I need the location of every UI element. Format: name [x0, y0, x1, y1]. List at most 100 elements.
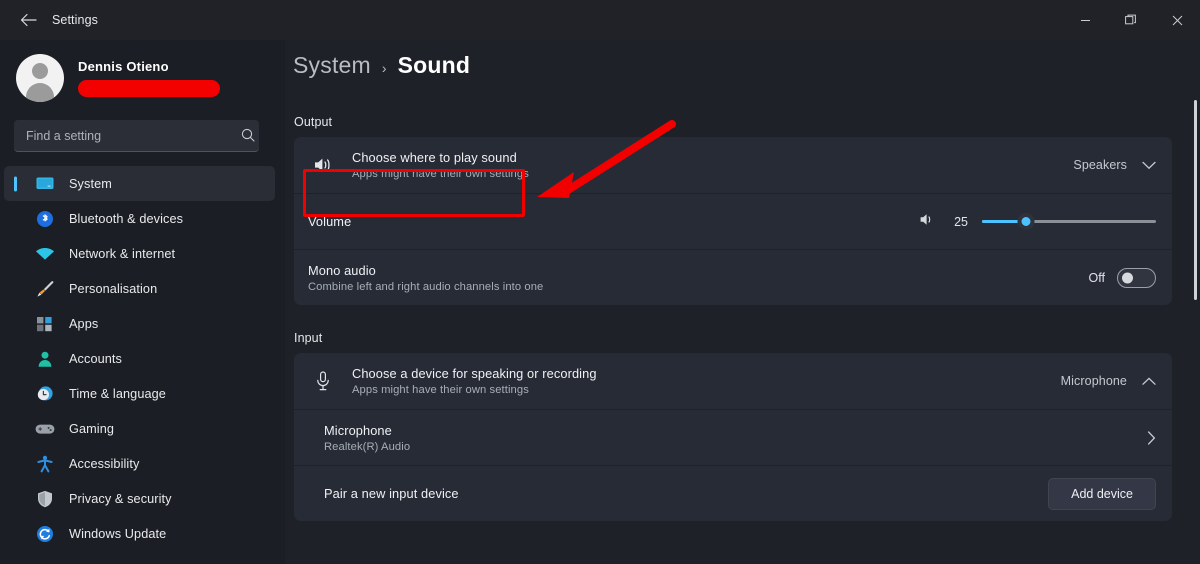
- breadcrumb: System › Sound: [285, 40, 1200, 79]
- page-title: Sound: [397, 52, 471, 78]
- output-device-selector[interactable]: Speakers: [1073, 158, 1156, 172]
- person-icon: [34, 349, 56, 369]
- sidebar-item-time-language[interactable]: Time & language: [4, 376, 275, 411]
- sidebar-item-apps[interactable]: Apps: [4, 306, 275, 341]
- input-section-label: Input: [294, 331, 323, 345]
- pair-device-action: Add device: [1048, 477, 1156, 510]
- mono-audio-state: Off: [1088, 270, 1105, 285]
- output-card: Choose where to play sound Apps might ha…: [294, 137, 1172, 305]
- shield-icon: [34, 489, 56, 509]
- mono-audio-row[interactable]: Mono audio Combine left and right audio …: [294, 249, 1172, 305]
- clock-icon: [34, 384, 56, 404]
- sidebar-item-accounts[interactable]: Accounts: [4, 341, 275, 376]
- pair-new-input-device-row[interactable]: Pair a new input device Add device: [294, 465, 1172, 521]
- minimize-button[interactable]: [1062, 0, 1108, 40]
- search-container: [0, 106, 285, 152]
- mono-audio-control[interactable]: Off: [1088, 267, 1156, 288]
- input-device-selector[interactable]: Microphone: [1061, 374, 1156, 388]
- sidebar-item-windows-update[interactable]: Windows Update: [4, 516, 275, 551]
- sidebar-nav: System Bluetooth & devices Network & int…: [0, 166, 285, 551]
- volume-icon[interactable]: [919, 212, 935, 232]
- sidebar-item-accessibility[interactable]: Accessibility: [4, 446, 275, 481]
- row-subtitle: Apps might have their own settings: [352, 168, 529, 180]
- row-title: Volume: [308, 214, 352, 229]
- chevron-up-icon[interactable]: [1142, 376, 1156, 386]
- choose-input-device-row[interactable]: Choose a device for speaking or recordin…: [294, 353, 1172, 409]
- sidebar-item-label: Apps: [69, 316, 99, 331]
- chevron-right-icon[interactable]: [1147, 430, 1156, 445]
- slider-thumb[interactable]: [1017, 213, 1034, 230]
- volume-text: Volume: [308, 214, 351, 229]
- sidebar-item-label: Accessibility: [69, 456, 140, 471]
- sidebar-item-label: Privacy & security: [69, 491, 172, 506]
- volume-value: 25: [954, 214, 968, 229]
- restore-icon: [1125, 14, 1136, 25]
- settings-window: Settings Dennis Otieno Find a setting Sy…: [0, 0, 1200, 564]
- apps-icon: [34, 314, 56, 334]
- row-title: Choose where to play sound: [352, 150, 517, 165]
- microphone-device-text: Microphone Realtek(R) Audio: [324, 423, 410, 453]
- sidebar-item-gaming[interactable]: Gaming: [4, 411, 275, 446]
- choose-where-to-play-sound-row[interactable]: Choose where to play sound Apps might ha…: [294, 137, 1172, 193]
- breadcrumb-separator-icon: ›: [381, 60, 387, 76]
- search-input[interactable]: [14, 120, 259, 152]
- sidebar-item-label: Windows Update: [69, 526, 167, 541]
- sidebar-item-label: Accounts: [69, 351, 122, 366]
- microphone-device-open[interactable]: [1132, 430, 1156, 445]
- back-arrow-icon: [20, 13, 37, 27]
- speaker-icon: [308, 156, 338, 174]
- avatar: [16, 54, 64, 102]
- volume-slider[interactable]: [982, 213, 1156, 231]
- close-icon: [1172, 15, 1182, 25]
- accessibility-icon: [34, 454, 56, 474]
- sidebar-item-personalisation[interactable]: Personalisation: [4, 271, 275, 306]
- title-bar: Settings: [0, 0, 1200, 40]
- redacted-email-bar: [78, 80, 220, 97]
- mono-audio-text: Mono audio Combine left and right audio …: [308, 263, 543, 293]
- user-profile[interactable]: Dennis Otieno: [0, 40, 285, 106]
- maximize-button[interactable]: [1108, 0, 1154, 40]
- mono-audio-toggle[interactable]: [1117, 267, 1156, 288]
- volume-row[interactable]: Volume 25: [294, 193, 1172, 249]
- sidebar-item-system[interactable]: System: [4, 166, 275, 201]
- row-subtitle: Combine left and right audio channels in…: [308, 280, 544, 293]
- monitor-icon: [34, 174, 56, 194]
- profile-text: Dennis Otieno: [78, 59, 220, 97]
- close-button[interactable]: [1154, 0, 1200, 40]
- output-section-label: Output: [294, 115, 333, 129]
- update-icon: [34, 524, 56, 544]
- profile-name: Dennis Otieno: [78, 59, 169, 74]
- add-device-button[interactable]: Add device: [1048, 477, 1156, 510]
- gamepad-icon: [34, 419, 56, 439]
- search-icon[interactable]: [241, 128, 255, 147]
- volume-control[interactable]: 25: [919, 212, 1156, 232]
- microphone-device-row[interactable]: Microphone Realtek(R) Audio: [294, 409, 1172, 465]
- row-title: Microphone: [324, 422, 392, 438]
- breadcrumb-root[interactable]: System: [293, 52, 371, 79]
- sidebar: Dennis Otieno Find a setting System Blue…: [0, 40, 285, 564]
- row-subtitle: Realtek(R) Audio: [324, 440, 411, 453]
- input-device-value: Microphone: [1060, 374, 1127, 388]
- row-title: Pair a new input device: [324, 486, 459, 501]
- choose-output-text: Choose where to play sound Apps might ha…: [352, 150, 529, 180]
- sidebar-item-label: Personalisation: [69, 281, 158, 296]
- bluetooth-icon: [34, 209, 56, 229]
- window-controls: [1062, 0, 1200, 40]
- sidebar-item-network-internet[interactable]: Network & internet: [4, 236, 275, 271]
- toggle-knob: [1122, 272, 1133, 283]
- minimize-icon: [1080, 19, 1090, 21]
- row-title: Choose a device for speaking or recordin…: [352, 366, 597, 381]
- vertical-scrollbar[interactable]: [1194, 100, 1197, 300]
- sidebar-item-label: Bluetooth & devices: [69, 211, 184, 226]
- output-device-value: Speakers: [1073, 158, 1127, 172]
- back-button[interactable]: [8, 4, 48, 36]
- input-card: Choose a device for speaking or recordin…: [294, 353, 1172, 521]
- sidebar-item-label: Network & internet: [69, 246, 176, 261]
- sidebar-item-label: System: [69, 176, 112, 191]
- row-subtitle: Apps might have their own settings: [352, 384, 529, 396]
- pair-device-text: Pair a new input device: [324, 486, 459, 501]
- chevron-down-icon[interactable]: [1142, 161, 1156, 170]
- sidebar-item-privacy-security[interactable]: Privacy & security: [4, 481, 275, 516]
- microphone-icon: [308, 371, 338, 391]
- sidebar-item-bluetooth-devices[interactable]: Bluetooth & devices: [4, 201, 275, 236]
